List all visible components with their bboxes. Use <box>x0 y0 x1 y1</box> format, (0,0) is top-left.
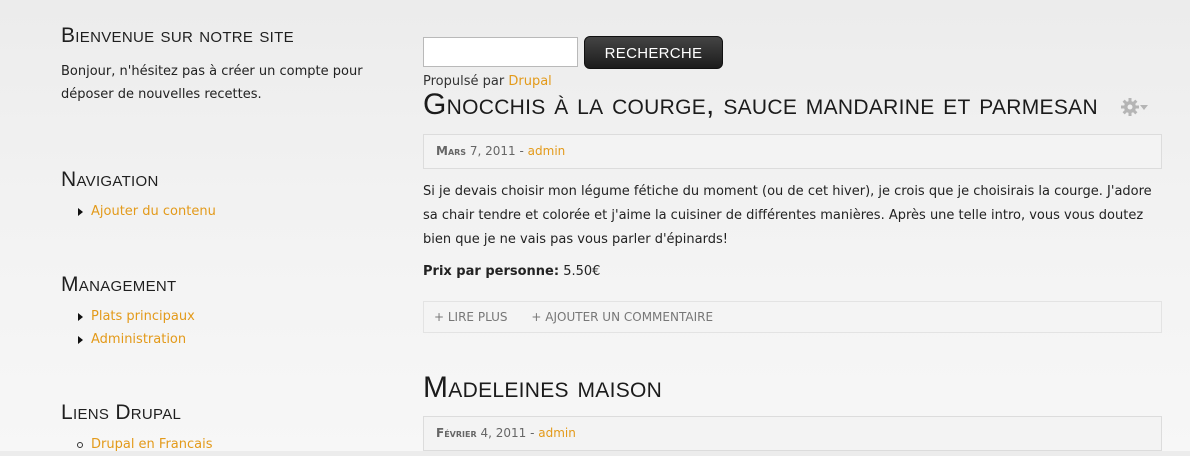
article-month: Février <box>436 426 477 440</box>
main-dishes-link[interactable]: Plats principaux <box>91 309 195 324</box>
article-month: Mars <box>436 144 467 158</box>
menu-item-main-dishes[interactable]: Plats principaux <box>61 305 195 328</box>
article-author-link[interactable]: admin <box>528 144 566 158</box>
article-meta: Février 4, 2011 - admin <box>423 416 1162 451</box>
price-value: 5.50€ <box>563 264 601 279</box>
add-comment-link[interactable]: + AJOUTER UN COMMENTAIRE <box>531 310 713 324</box>
drupal-fr-link[interactable]: Drupal en Francais <box>91 437 213 452</box>
welcome-title: Bienvenue sur notre site <box>61 24 294 47</box>
gear-icon[interactable] <box>1120 96 1150 118</box>
read-more-link[interactable]: + LIRE PLUS <box>434 310 508 324</box>
welcome-text: Bonjour, n'hésitez pas à créer un compte… <box>61 64 363 102</box>
article-title-madeleines[interactable]: Madeleines maison <box>423 373 662 403</box>
article-date: 4, 2011 - <box>480 426 535 440</box>
add-content-link[interactable]: Ajouter du contenu <box>91 204 216 219</box>
article-author-link[interactable]: admin <box>538 426 576 440</box>
price-label: Prix par personne: <box>423 264 560 279</box>
chevron-down-icon <box>1140 105 1148 110</box>
article-title-gnocchis[interactable]: Gnocchis à la courge, sauce mandarine et… <box>423 90 1098 120</box>
bullet-circle-icon <box>77 442 83 448</box>
article-body: Si je devais choisir mon légume fétiche … <box>423 184 1152 247</box>
drupal-links-menu: Drupal en Francais <box>61 433 213 456</box>
management-menu: Plats principaux Administration <box>61 305 195 351</box>
menu-item-drupal-fr[interactable]: Drupal en Francais <box>61 433 213 456</box>
navigation-menu: Ajouter du contenu <box>61 200 216 223</box>
administration-link[interactable]: Administration <box>91 332 186 347</box>
menu-item-administration[interactable]: Administration <box>61 328 195 351</box>
article-price: Prix par personne: 5.50€ <box>423 264 600 279</box>
search-input[interactable] <box>423 37 578 67</box>
search-button[interactable]: RECHERCHE <box>584 36 723 69</box>
menu-item-add-content[interactable]: Ajouter du contenu <box>61 200 216 223</box>
bullet-arrow-icon <box>78 336 83 344</box>
article-links: + LIRE PLUS + AJOUTER UN COMMENTAIRE <box>423 301 1162 333</box>
powered-by-text: Propulsé par <box>423 74 505 89</box>
navigation-title: Navigation <box>61 168 159 191</box>
article-meta: Mars 7, 2011 - admin <box>423 134 1162 169</box>
drupal-links-title: Liens Drupal <box>61 401 182 424</box>
management-title: Management <box>61 273 177 296</box>
bullet-arrow-icon <box>78 313 83 321</box>
drupal-link[interactable]: Drupal <box>508 74 551 89</box>
bullet-arrow-icon <box>78 208 83 216</box>
article-date: 7, 2011 - <box>469 144 524 158</box>
